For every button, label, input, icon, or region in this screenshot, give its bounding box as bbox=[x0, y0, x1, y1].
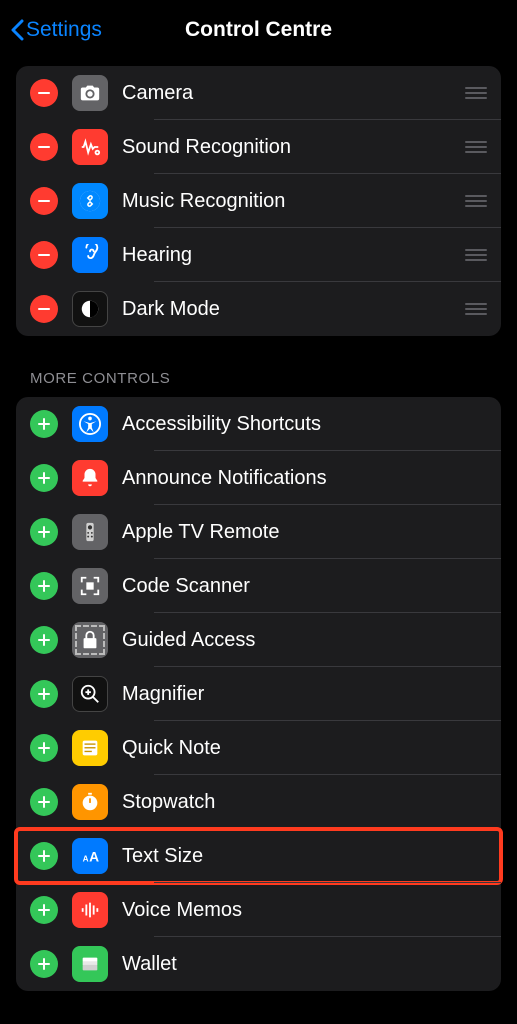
lock-icon bbox=[72, 622, 108, 658]
add-button[interactable] bbox=[30, 842, 58, 870]
plus-icon bbox=[36, 740, 52, 756]
page-title: Control Centre bbox=[185, 18, 332, 42]
shazam-icon bbox=[72, 183, 108, 219]
back-button[interactable]: Settings bbox=[10, 0, 102, 60]
plus-icon bbox=[36, 470, 52, 486]
row-text-size[interactable]: AA Text Size bbox=[16, 829, 501, 883]
row-dark-mode[interactable]: Dark Mode bbox=[16, 282, 501, 336]
navigation-bar: Settings Control Centre bbox=[0, 0, 517, 60]
more-controls-header: MORE CONTROLS bbox=[30, 370, 501, 387]
more-controls-group: Accessibility Shortcuts Announce Notific… bbox=[16, 397, 501, 991]
minus-icon bbox=[36, 193, 52, 209]
svg-text:A: A bbox=[89, 850, 99, 865]
add-button[interactable] bbox=[30, 734, 58, 762]
remove-button[interactable] bbox=[30, 241, 58, 269]
remote-icon bbox=[72, 514, 108, 550]
row-guided-access[interactable]: Guided Access bbox=[16, 613, 501, 667]
add-button[interactable] bbox=[30, 788, 58, 816]
remove-button[interactable] bbox=[30, 295, 58, 323]
reorder-handle[interactable] bbox=[459, 87, 487, 99]
row-wallet[interactable]: Wallet bbox=[16, 937, 501, 991]
row-apple-tv-remote[interactable]: Apple TV Remote bbox=[16, 505, 501, 559]
row-label: Stopwatch bbox=[122, 791, 487, 814]
row-music-recognition[interactable]: Music Recognition bbox=[16, 174, 501, 228]
back-label: Settings bbox=[26, 18, 102, 42]
row-label: Announce Notifications bbox=[122, 467, 487, 490]
add-button[interactable] bbox=[30, 518, 58, 546]
row-announce-notifications[interactable]: Announce Notifications bbox=[16, 451, 501, 505]
row-label: Dark Mode bbox=[122, 298, 459, 321]
minus-icon bbox=[36, 247, 52, 263]
stopwatch-icon bbox=[72, 784, 108, 820]
row-label: Camera bbox=[122, 82, 459, 105]
row-label: Apple TV Remote bbox=[122, 521, 487, 544]
row-label: Guided Access bbox=[122, 629, 487, 652]
plus-icon bbox=[36, 902, 52, 918]
row-quick-note[interactable]: Quick Note bbox=[16, 721, 501, 775]
row-label: Music Recognition bbox=[122, 190, 459, 213]
plus-icon bbox=[36, 686, 52, 702]
row-label: Magnifier bbox=[122, 683, 487, 706]
plus-icon bbox=[36, 578, 52, 594]
waveform-icon bbox=[72, 892, 108, 928]
row-camera[interactable]: Camera bbox=[16, 66, 501, 120]
reorder-handle[interactable] bbox=[459, 303, 487, 315]
accessibility-icon bbox=[72, 406, 108, 442]
sound-recognition-icon bbox=[72, 129, 108, 165]
add-button[interactable] bbox=[30, 410, 58, 438]
add-button[interactable] bbox=[30, 680, 58, 708]
row-label: Hearing bbox=[122, 244, 459, 267]
camera-icon bbox=[72, 75, 108, 111]
included-controls-group: Camera Sound Recognition Music Recogniti… bbox=[16, 66, 501, 336]
plus-icon bbox=[36, 956, 52, 972]
remove-button[interactable] bbox=[30, 79, 58, 107]
row-accessibility-shortcuts[interactable]: Accessibility Shortcuts bbox=[16, 397, 501, 451]
row-code-scanner[interactable]: Code Scanner bbox=[16, 559, 501, 613]
add-button[interactable] bbox=[30, 572, 58, 600]
remove-button[interactable] bbox=[30, 187, 58, 215]
reorder-handle[interactable] bbox=[459, 195, 487, 207]
row-label: Sound Recognition bbox=[122, 136, 459, 159]
plus-icon bbox=[36, 848, 52, 864]
content-scroll[interactable]: Camera Sound Recognition Music Recogniti… bbox=[0, 60, 517, 1024]
row-stopwatch[interactable]: Stopwatch bbox=[16, 775, 501, 829]
dark-mode-icon bbox=[72, 291, 108, 327]
row-label: Wallet bbox=[122, 953, 487, 976]
row-sound-recognition[interactable]: Sound Recognition bbox=[16, 120, 501, 174]
add-button[interactable] bbox=[30, 464, 58, 492]
qr-code-icon bbox=[72, 568, 108, 604]
wallet-icon bbox=[72, 946, 108, 982]
plus-icon bbox=[36, 416, 52, 432]
bell-icon bbox=[72, 460, 108, 496]
add-button[interactable] bbox=[30, 950, 58, 978]
row-magnifier[interactable]: Magnifier bbox=[16, 667, 501, 721]
svg-text:A: A bbox=[83, 855, 89, 864]
chevron-left-icon bbox=[10, 19, 24, 41]
plus-icon bbox=[36, 794, 52, 810]
reorder-handle[interactable] bbox=[459, 249, 487, 261]
magnifier-icon bbox=[72, 676, 108, 712]
plus-icon bbox=[36, 524, 52, 540]
row-voice-memos[interactable]: Voice Memos bbox=[16, 883, 501, 937]
remove-button[interactable] bbox=[30, 133, 58, 161]
minus-icon bbox=[36, 85, 52, 101]
row-label: Accessibility Shortcuts bbox=[122, 413, 487, 436]
reorder-handle[interactable] bbox=[459, 141, 487, 153]
minus-icon bbox=[36, 301, 52, 317]
add-button[interactable] bbox=[30, 896, 58, 924]
add-button[interactable] bbox=[30, 626, 58, 654]
ear-icon bbox=[72, 237, 108, 273]
note-icon bbox=[72, 730, 108, 766]
row-label: Code Scanner bbox=[122, 575, 487, 598]
row-label: Quick Note bbox=[122, 737, 487, 760]
text-size-icon: AA bbox=[72, 838, 108, 874]
row-hearing[interactable]: Hearing bbox=[16, 228, 501, 282]
row-label: Text Size bbox=[122, 845, 487, 868]
plus-icon bbox=[36, 632, 52, 648]
row-label: Voice Memos bbox=[122, 899, 487, 922]
minus-icon bbox=[36, 139, 52, 155]
